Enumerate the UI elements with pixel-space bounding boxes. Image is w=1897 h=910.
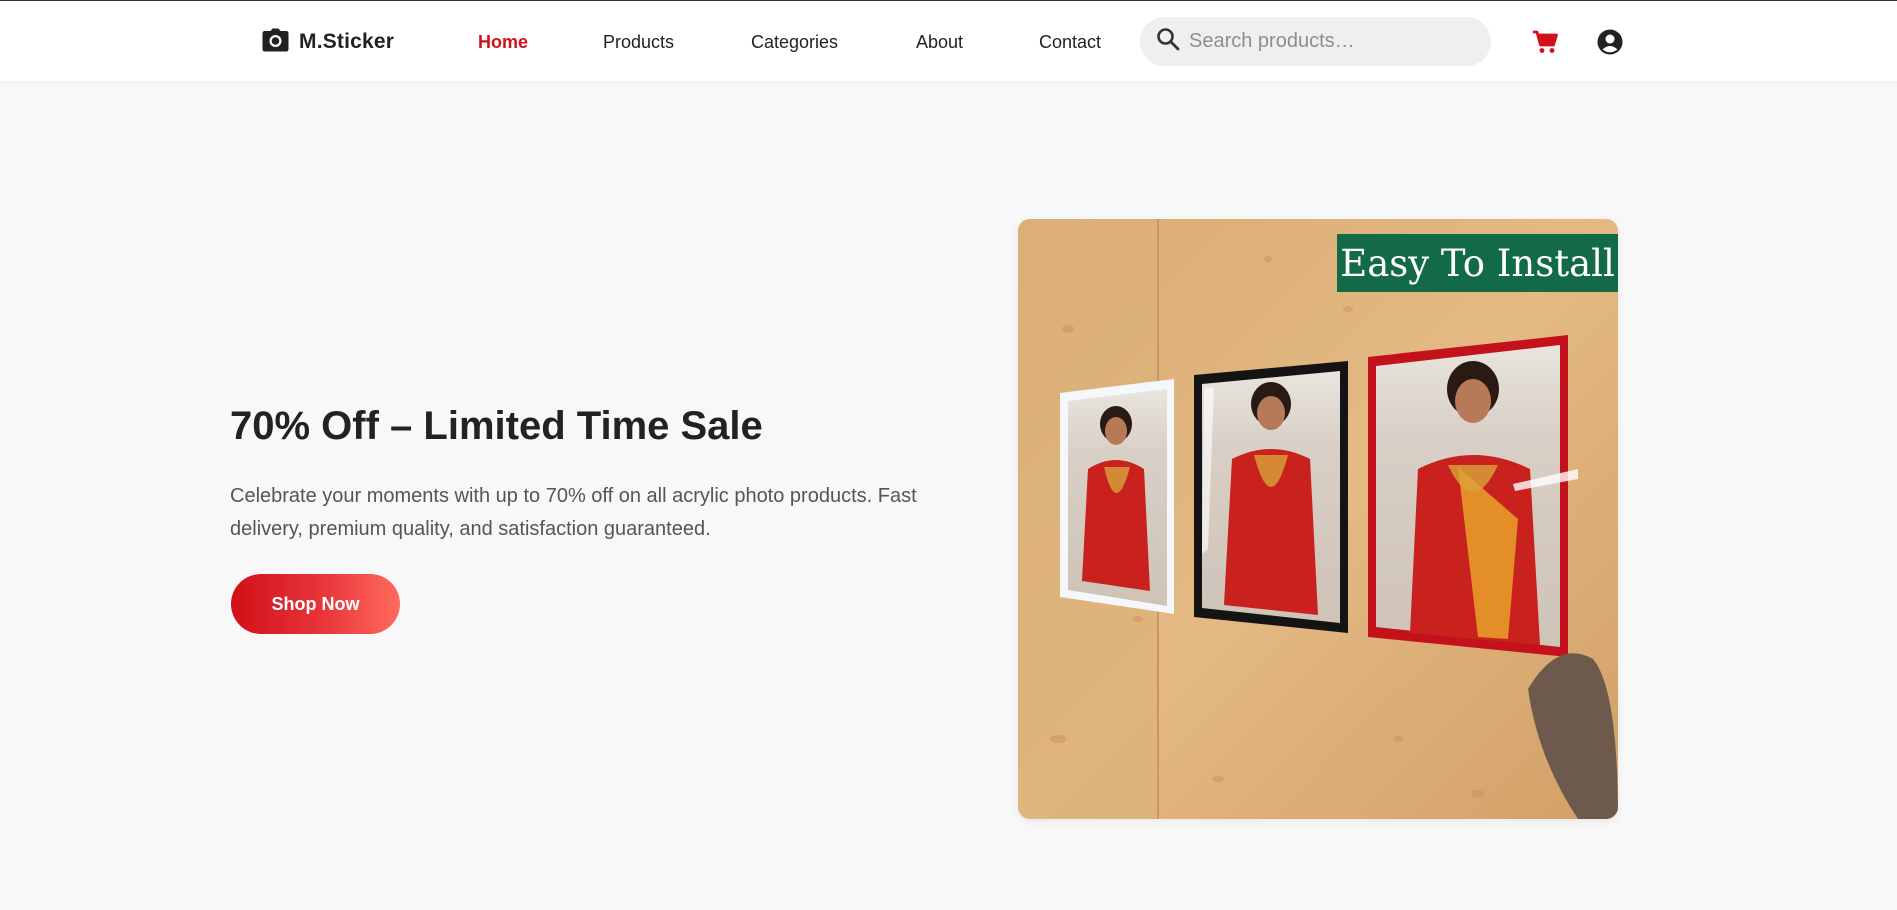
nav-contact[interactable]: Contact (1039, 31, 1101, 53)
nav-about[interactable]: About (916, 31, 963, 53)
hero-description: Celebrate your moments with up to 70% of… (230, 485, 917, 540)
account-icon[interactable] (1596, 28, 1624, 56)
cart-icon[interactable] (1531, 28, 1559, 56)
hero-title: 70% Off – Limited Time Sale (230, 404, 763, 448)
camera-icon (262, 28, 289, 57)
search-input[interactable] (1189, 30, 1479, 53)
nav-home[interactable]: Home (478, 31, 528, 53)
acrylic-frames-illustration (1018, 219, 1618, 819)
search-bar (1140, 17, 1491, 66)
nav-products[interactable]: Products (603, 31, 674, 53)
shop-now-button[interactable]: Shop Now (231, 574, 400, 634)
search-icon[interactable] (1156, 27, 1180, 56)
hero-product-image: Easy To Install (1018, 219, 1618, 819)
nav-categories[interactable]: Categories (751, 31, 838, 53)
easy-install-badge: Easy To Install (1337, 234, 1618, 292)
site-header: M.Sticker Home Products Categories About… (0, 1, 1897, 81)
brand-logo[interactable]: M.Sticker (262, 28, 394, 56)
brand-name: M.Sticker (299, 30, 395, 53)
